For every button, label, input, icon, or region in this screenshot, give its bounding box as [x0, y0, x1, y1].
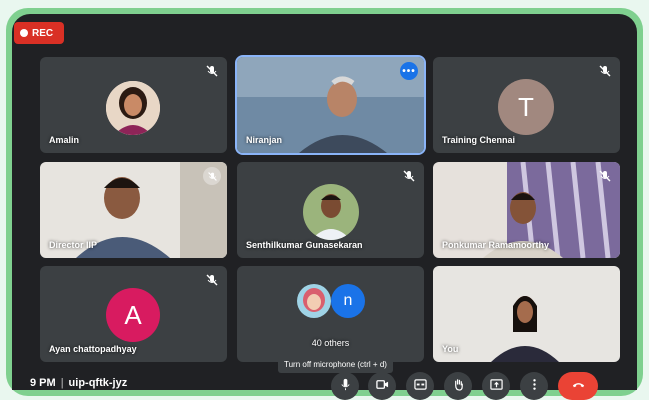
mic-off-icon	[205, 273, 219, 287]
participant-name: Niranjan	[246, 135, 283, 145]
participant-tile-others[interactable]: n 40 others	[237, 266, 424, 362]
avatar	[297, 284, 331, 318]
participant-tile-niranjan[interactable]: Niranjan •••	[237, 57, 424, 153]
participant-tile-training-chennai[interactable]: T Training Chennai	[433, 57, 620, 153]
participant-tile-ponkumar[interactable]: Ponkumar Ramamoorthy	[433, 162, 620, 258]
avatar: n	[331, 284, 365, 318]
hand-icon	[454, 379, 463, 391]
mic-button[interactable]	[331, 372, 359, 400]
mic-off-icon	[205, 64, 219, 78]
avatar: T	[498, 79, 554, 135]
present-button[interactable]	[482, 372, 510, 400]
camera-icon	[375, 380, 388, 389]
participant-name: 40 others	[311, 338, 350, 348]
meeting-code: uip-qftk-jyz	[68, 377, 128, 389]
avatar	[106, 81, 160, 135]
raise-hand-button[interactable]	[444, 372, 472, 400]
more-options-icon[interactable]: •••	[400, 62, 418, 80]
more-vert-icon	[532, 379, 536, 390]
mic-off-icon	[598, 169, 612, 183]
mic-icon	[340, 378, 350, 391]
mic-off-icon	[598, 64, 612, 78]
avatar: A	[106, 288, 160, 342]
present-screen-icon	[489, 379, 503, 390]
participant-name: Director IIP	[49, 240, 98, 250]
participant-name: You	[442, 344, 459, 354]
recording-badge: REC	[14, 22, 64, 44]
more-options-button[interactable]	[520, 372, 548, 400]
participant-name: Amalin	[49, 135, 80, 145]
participant-name: Ayan chattopadhyay	[49, 344, 137, 354]
phone-hangup-icon	[572, 383, 584, 388]
participant-tile-ayan[interactable]: A Ayan chattopadhyay	[40, 266, 227, 362]
captions-button[interactable]	[406, 372, 434, 400]
captions-icon	[413, 379, 427, 390]
participant-tile-amalin[interactable]: Amalin	[40, 57, 227, 153]
recording-label: REC	[32, 27, 54, 39]
participant-name: Senthilkumar Gunasekaran	[246, 240, 363, 250]
mic-off-icon	[203, 167, 221, 185]
participant-tile-you[interactable]: You	[433, 266, 620, 362]
divider: |	[60, 377, 64, 389]
participant-name: Ponkumar Ramamoorthy	[442, 240, 550, 250]
participant-name: Training Chennai	[442, 135, 516, 145]
participant-video	[433, 266, 620, 362]
clock-time: 9 PM	[30, 377, 56, 389]
tooltip: Turn off microphone (ctrl + d)	[278, 356, 393, 373]
avatar	[303, 184, 359, 240]
participant-tile-senthilkumar[interactable]: Senthilkumar Gunasekaran	[237, 162, 424, 258]
record-dot-icon	[20, 29, 28, 37]
end-call-button[interactable]	[558, 372, 598, 400]
mic-off-icon	[402, 169, 416, 183]
meeting-info: 9 PM | uip-qftk-jyz	[30, 377, 127, 389]
camera-button[interactable]	[368, 372, 396, 400]
participant-tile-director-iip[interactable]: Director IIP	[40, 162, 227, 258]
